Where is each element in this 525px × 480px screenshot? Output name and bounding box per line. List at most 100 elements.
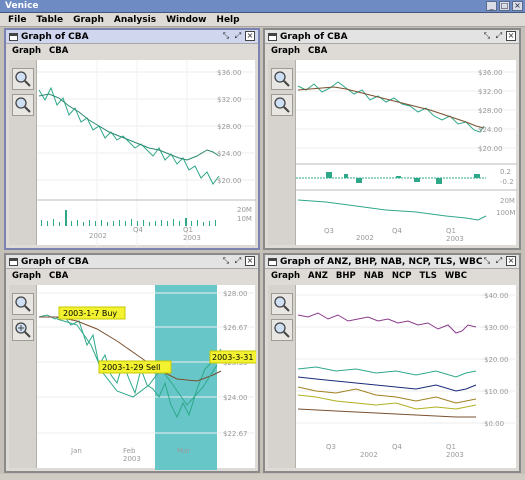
menu-anz[interactable]: ANZ [308, 271, 328, 281]
magnifier-icon [274, 322, 290, 338]
x-tick-label: Jan [70, 447, 82, 455]
graph-window-cba-3[interactable]: Graph of CBA ⤡ ⤢ × Graph CBA $28.00 $26.… [4, 253, 260, 473]
y-tick-label: $32.00 [217, 96, 242, 104]
graph-toolbar [268, 60, 296, 245]
iconify-icon[interactable]: ⤡ [482, 31, 492, 41]
zoom-out-button[interactable] [271, 319, 293, 341]
menu-symbol[interactable]: CBA [49, 46, 68, 56]
menu-tls[interactable]: TLS [420, 271, 437, 281]
zoom-in-button[interactable] [271, 293, 293, 315]
minimize-icon[interactable]: _ [486, 1, 497, 11]
close-icon[interactable]: × [245, 256, 255, 266]
window-titlebar[interactable]: Graph of CBA ⤡ ⤢ × [265, 30, 519, 44]
series-line-anz [297, 366, 477, 378]
x-tick-label: 2002 [360, 451, 378, 459]
menu-wbc[interactable]: WBC [445, 271, 467, 281]
maximize-icon[interactable]: ⤢ [494, 256, 504, 266]
menu-analysis[interactable]: Analysis [114, 15, 156, 25]
window-icon [268, 33, 277, 41]
x-tick-label: 2002 [356, 234, 374, 242]
x-tick-label: Q4 [392, 227, 403, 235]
y-tick-label: $36.00 [478, 69, 503, 77]
window-menubar: Graph ANZ BHP NAB NCP TLS WBC [265, 269, 519, 282]
graph-toolbar [9, 285, 37, 468]
maximize-icon[interactable]: ⤢ [494, 31, 504, 41]
y-tick-label: $10.00 [484, 388, 509, 396]
menu-graph[interactable]: Graph [73, 15, 104, 25]
menu-file[interactable]: File [8, 15, 26, 25]
multi-price-chart[interactable]: $40.00 $30.00 $20.00 $10.00 $0.00 Q3 200… [296, 285, 517, 468]
window-titlebar[interactable]: Graph of ANZ, BHP, NAB, NCP, TLS, WBC ⤡ … [265, 255, 519, 269]
y-tick-label: $20.00 [217, 177, 242, 185]
zoom-out-button[interactable] [12, 319, 34, 341]
window-title: Graph of CBA [21, 257, 89, 267]
menu-graph[interactable]: Graph [12, 46, 41, 56]
y-tick-label: $36.00 [217, 69, 242, 77]
window-titlebar[interactable]: Graph of CBA ⤡ ⤢ × [6, 30, 258, 44]
price-chart[interactable]: $36.00 $32.00 $28.00 $24.00 $20.00 0.2 -… [296, 60, 517, 245]
y-tick-label: $24.00 [217, 150, 242, 158]
graph-window-cba-2[interactable]: Graph of CBA ⤡ ⤢ × Graph CBA $36.00 $32.… [263, 28, 521, 250]
x-tick-label: Q3 [324, 227, 334, 235]
menu-symbol[interactable]: CBA [308, 46, 327, 56]
menu-graph[interactable]: Graph [271, 271, 300, 281]
zoom-in-button[interactable] [12, 293, 34, 315]
menu-graph[interactable]: Graph [12, 271, 41, 281]
window-title: Graph of CBA [21, 32, 89, 42]
magnifier-icon [274, 71, 290, 87]
close-icon[interactable]: × [506, 31, 516, 41]
menu-nab[interactable]: NAB [364, 271, 384, 281]
desktop: Graph of CBA ⤡ ⤢ × Graph CBA $36.00 $32.… [0, 27, 525, 480]
chart-svg: $28.00 $26.67 $25.33 $24.00 $22.67 2003-… [37, 285, 256, 470]
menu-table[interactable]: Table [36, 15, 63, 25]
x-tick-label: Q1 [446, 443, 456, 451]
menu-symbol[interactable]: CBA [49, 271, 68, 281]
volume-tick-label: 20M [237, 206, 252, 214]
volume-tick-label: 10M [237, 215, 252, 223]
zoom-in-button[interactable] [12, 68, 34, 90]
price-chart[interactable]: $28.00 $26.67 $25.33 $24.00 $22.67 2003-… [37, 285, 256, 470]
series-line-bhp [297, 376, 477, 392]
maximize-icon[interactable]: □ [499, 1, 510, 11]
iconify-icon[interactable]: ⤡ [482, 256, 492, 266]
graph-window-cba-1[interactable]: Graph of CBA ⤡ ⤢ × Graph CBA $36.00 $32.… [4, 28, 260, 250]
menu-window[interactable]: Window [166, 15, 206, 25]
sell-annotation[interactable]: 2003-1-29 Sell [98, 360, 172, 374]
zoom-out-button[interactable] [271, 94, 293, 116]
volume-tick-label: 20M [500, 197, 515, 205]
x-tick-label: Mar [177, 447, 190, 455]
chart-svg: $40.00 $30.00 $20.00 $10.00 $0.00 Q3 200… [296, 292, 517, 459]
maximize-icon[interactable]: ⤢ [233, 256, 243, 266]
iconify-icon[interactable]: ⤡ [221, 256, 231, 266]
chart-svg: $36.00 $32.00 $28.00 $24.00 $20.00 20M 1… [37, 60, 256, 247]
menu-ncp[interactable]: NCP [392, 271, 412, 281]
graph-window-multi[interactable]: Graph of ANZ, BHP, NAB, NCP, TLS, WBC ⤡ … [263, 253, 521, 473]
y-tick-label: $20.00 [484, 356, 509, 364]
menu-help[interactable]: Help [216, 15, 239, 25]
y-tick-label: $28.00 [217, 123, 242, 131]
close-icon[interactable]: × [506, 256, 516, 266]
menu-graph[interactable]: Graph [271, 46, 300, 56]
menubar: File Table Graph Analysis Window Help [0, 13, 525, 27]
close-icon[interactable]: × [512, 1, 523, 11]
menu-bhp[interactable]: BHP [336, 271, 356, 281]
y-tick-label: $30.00 [484, 324, 509, 332]
zoom-out-button[interactable] [12, 94, 34, 116]
price-chart[interactable]: $36.00 $32.00 $28.00 $24.00 $20.00 20M 1… [37, 60, 256, 247]
status-strip [0, 474, 525, 480]
moving-average-line [38, 93, 220, 161]
buy-annotation[interactable]: 2003-1-7 Buy [58, 306, 126, 320]
window-title: Graph of ANZ, BHP, NAB, NCP, TLS, WBC [280, 257, 483, 267]
zoom-in-button[interactable] [271, 68, 293, 90]
y-tick-label: $32.00 [478, 88, 503, 96]
magnifier-icon [274, 296, 290, 312]
end-annotation[interactable]: 2003-3-31 [209, 350, 256, 364]
volume-line [297, 199, 487, 221]
maximize-icon[interactable]: ⤢ [233, 31, 243, 41]
y-tick-label: $24.00 [478, 126, 503, 134]
window-titlebar[interactable]: Graph of CBA ⤡ ⤢ × [6, 255, 258, 269]
close-icon[interactable]: × [245, 31, 255, 41]
iconify-icon[interactable]: ⤡ [221, 31, 231, 41]
magnifier-plus-icon [15, 322, 31, 338]
volume-tick-label: 100M [496, 209, 515, 217]
